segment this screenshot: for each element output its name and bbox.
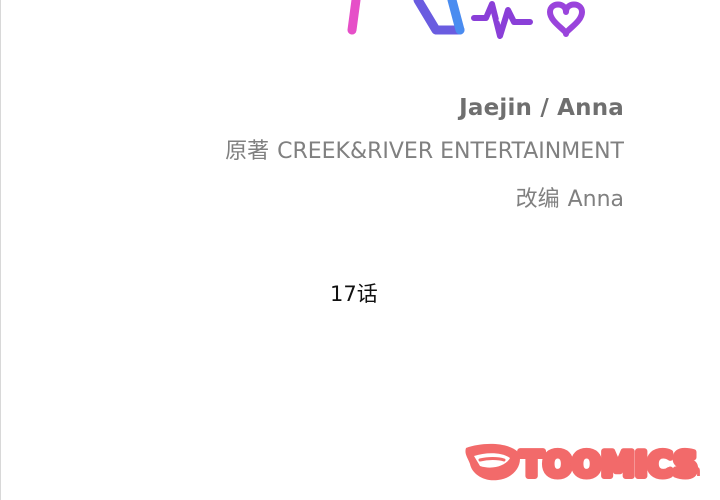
original-work-value: CREEK&RIVER ENTERTAINMENT	[277, 139, 624, 164]
chapter-label: 17话	[330, 282, 378, 306]
adaptation-value: Anna	[567, 187, 624, 212]
page-left-edge	[0, 0, 1, 500]
authors-line: Jaejin / Anna	[459, 95, 624, 121]
adaptation-line: 改编 Anna	[225, 176, 624, 224]
series-title-artwork	[347, 0, 585, 39]
original-work-line: 原著 CREEK&RIVER ENTERTAINMENT	[225, 128, 624, 176]
adaptation-role-label: 改编	[515, 187, 560, 212]
original-role-label: 原著	[225, 139, 270, 164]
toomics-mouth-icon	[465, 443, 520, 481]
credits-block: Jaejin / Anna 原著 CREEK&RIVER ENTERTAINMEN…	[225, 88, 624, 224]
toomics-logo-domain: .com	[658, 461, 701, 480]
toomics-logo: TOOMICS TOOMICS .com	[465, 442, 701, 486]
